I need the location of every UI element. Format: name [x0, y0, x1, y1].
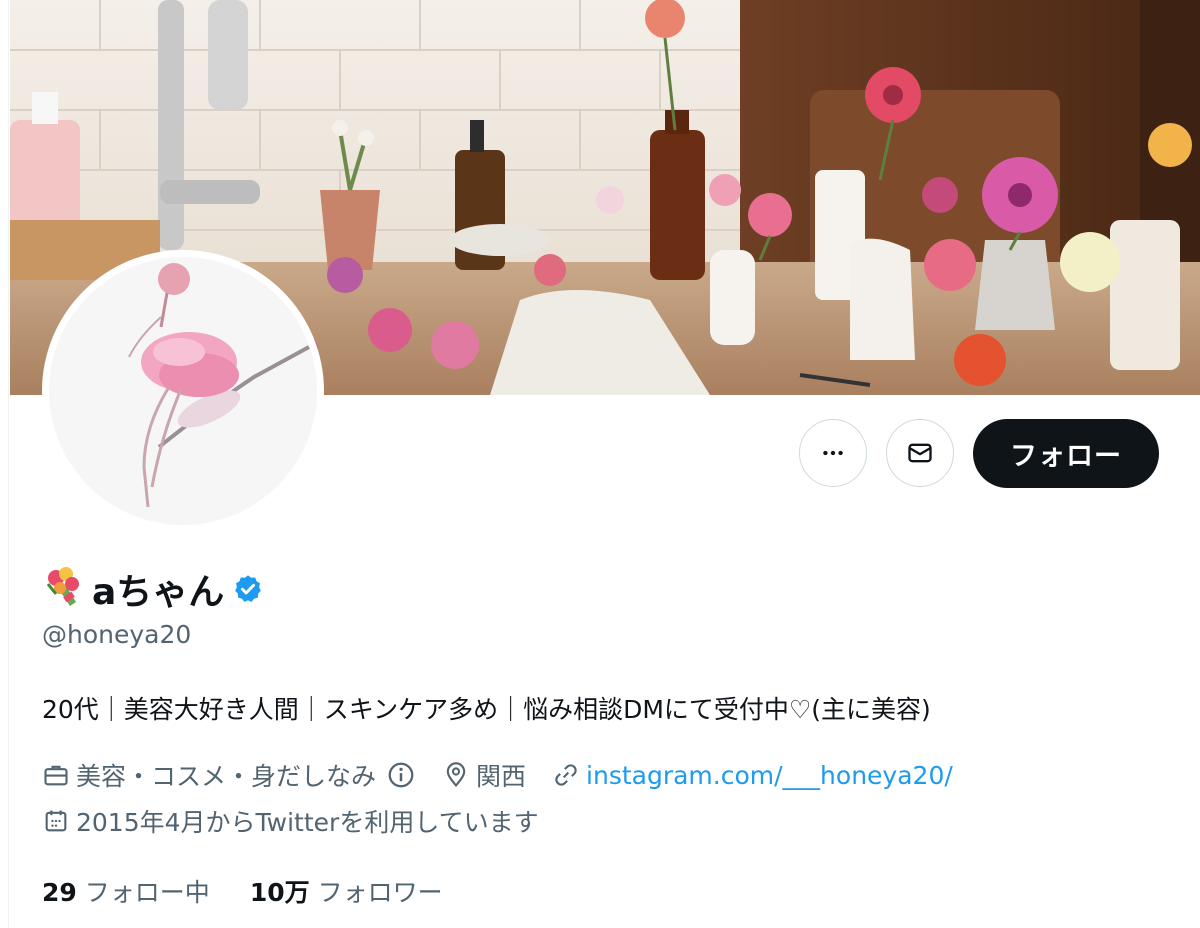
display-name: aちゃん	[92, 572, 225, 613]
left-divider	[8, 0, 9, 928]
following-count: 29	[42, 878, 77, 907]
follow-button[interactable]: フォロー	[973, 419, 1159, 488]
profile-joined-row: 2015年4月からTwitterを利用しています	[42, 803, 539, 839]
handle: @honeya20	[42, 620, 192, 649]
website-link[interactable]: instagram.com/___honeya20/	[586, 761, 953, 790]
bouquet-emoji-icon	[42, 564, 88, 614]
followers-link[interactable]: 10万 フォロワー	[250, 873, 443, 909]
followers-label: フォロワー	[317, 878, 443, 907]
verified-badge-icon[interactable]	[232, 573, 264, 605]
display-name-row: aちゃん	[42, 563, 264, 615]
category: 美容・コスメ・身だしなみ	[42, 757, 416, 793]
avatar[interactable]	[49, 257, 317, 525]
profile-page: フォロー aちゃん @honeya20 20代｜美容大好き人間｜スキンケア多め｜…	[0, 0, 1200, 928]
more-icon	[823, 450, 843, 456]
follow-button-label: フォロー	[1010, 441, 1122, 472]
website[interactable]: instagram.com/___honeya20/	[552, 761, 953, 790]
link-icon	[552, 761, 580, 789]
location: 関西	[442, 757, 526, 793]
info-icon[interactable]	[386, 760, 416, 790]
follow-stats: 29 フォロー中 10万 フォロワー	[42, 872, 443, 910]
mail-icon	[908, 443, 932, 463]
message-button[interactable]	[886, 419, 954, 487]
more-button[interactable]	[799, 419, 867, 487]
followers-count: 10万	[249, 878, 310, 907]
following-link[interactable]: 29 フォロー中	[42, 873, 210, 909]
calendar-icon	[42, 807, 70, 835]
joined-date: 2015年4月からTwitterを利用しています	[42, 803, 539, 839]
following-label: フォロー中	[84, 878, 210, 907]
profile-meta-row: 美容・コスメ・身だしなみ 関西 instagram.com/___honeya2…	[42, 757, 953, 793]
location-pin-icon	[442, 761, 470, 789]
joined-label: 2015年4月からTwitterを利用しています	[76, 808, 539, 837]
briefcase-icon	[42, 761, 70, 789]
avatar-illustration	[128, 263, 310, 508]
category-label: 美容・コスメ・身だしなみ	[76, 762, 377, 791]
bio: 20代｜美容大好き人間｜スキンケア多め｜悩み相談DMにて受付中♡(主に美容)	[42, 695, 931, 724]
location-label: 関西	[476, 762, 527, 791]
